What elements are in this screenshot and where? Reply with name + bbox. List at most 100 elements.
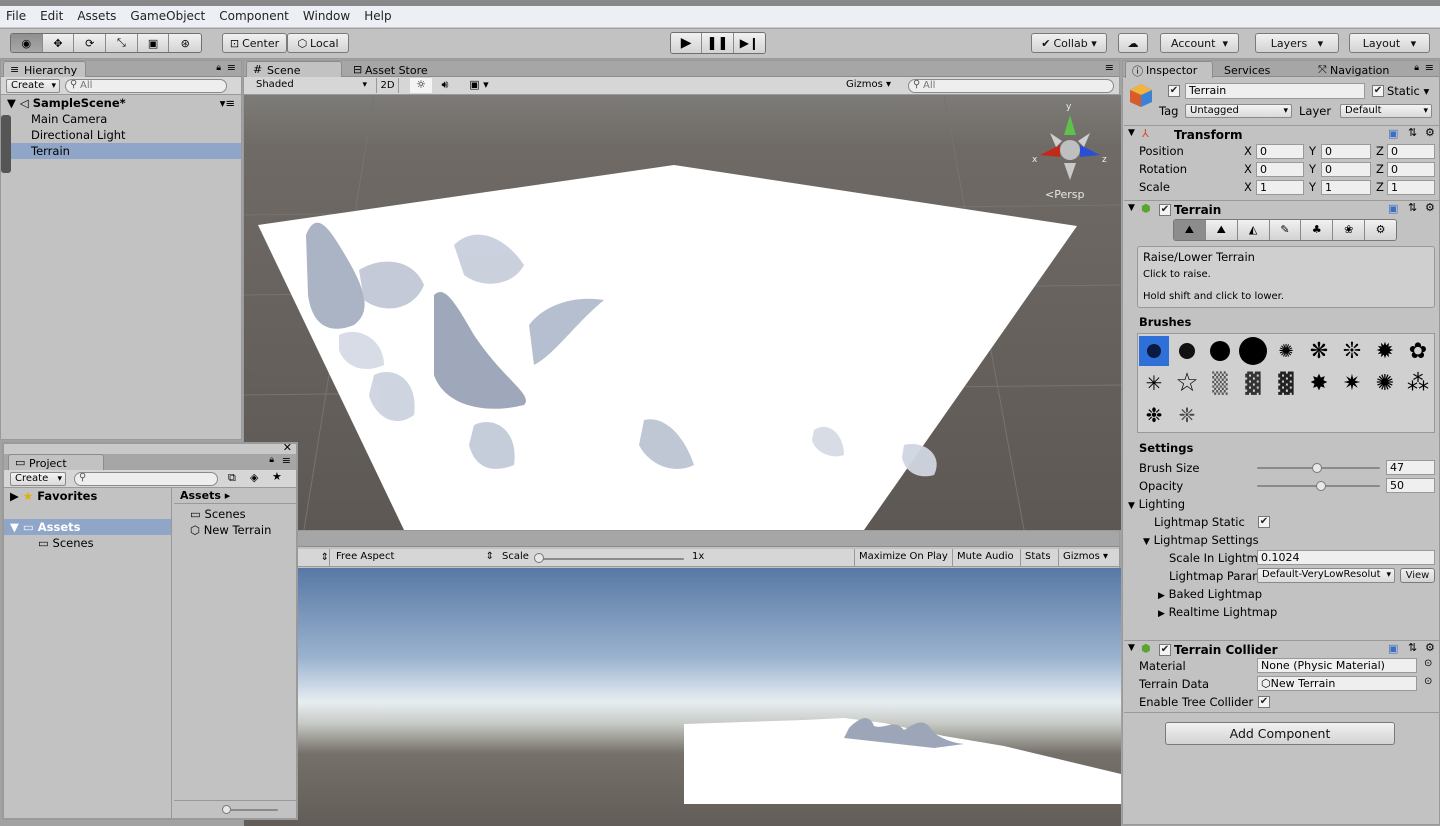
tree-assets[interactable]: ▼ ▭ Assets [4, 519, 171, 535]
terrain-component-header[interactable]: ▼ ⬢ ✔ Terrain ▣ ⇅ ⚙ [1124, 200, 1440, 218]
cloud-button[interactable]: ☁ [1118, 33, 1148, 53]
static-dropdown-arrow-icon[interactable]: ▾ [1424, 84, 1430, 98]
layout-dropdown[interactable]: Layout ▾ [1349, 33, 1430, 53]
maximize-on-play-toggle[interactable]: Maximize On Play [854, 549, 952, 566]
project-search-input[interactable] [74, 472, 218, 486]
tab-asset-store[interactable]: ⊟ Asset Store [344, 61, 437, 78]
hierarchy-search-input[interactable]: All [65, 79, 227, 93]
brush-scatter-1[interactable]: ❉ [1139, 400, 1169, 430]
terrain-enabled-checkbox[interactable]: ✔ [1159, 204, 1171, 216]
brush-splatter-4[interactable]: ✹ [1370, 336, 1400, 366]
panel-menu-icon[interactable]: ≡ [282, 454, 291, 467]
shading-dropdown[interactable]: Shaded [252, 79, 370, 93]
rotation-y-field[interactable]: 0 [1321, 162, 1371, 177]
tab-project[interactable]: ▭ Project [8, 454, 104, 471]
tab-scene[interactable]: # Scene [246, 61, 342, 78]
brush-blob-1[interactable]: ✸ [1304, 368, 1334, 398]
mode-2d-toggle[interactable]: 2D [376, 78, 399, 93]
pause-icon[interactable]: ❚❚ [702, 33, 734, 53]
lightmap-static-checkbox[interactable]: ✔ [1258, 516, 1270, 528]
expand-arrow-icon[interactable]: ▼ [1128, 501, 1135, 511]
panel-menu-icon[interactable]: ≡ [1425, 61, 1434, 74]
view-tool-icon[interactable]: ◉ [11, 34, 43, 52]
game-gizmos-dropdown[interactable]: Gizmos ▾ [1058, 549, 1112, 566]
scale-y-field[interactable]: 1 [1321, 180, 1371, 195]
favorite-star-icon[interactable]: ★ [272, 470, 282, 483]
menu-edit[interactable]: Edit [40, 9, 63, 23]
presets-icon[interactable]: ⇅ [1408, 641, 1417, 654]
lightmap-param-dropdown[interactable]: Default-VeryLowResolut [1257, 568, 1395, 583]
display-dropdown[interactable]: ⇕ [300, 549, 330, 566]
brush-splatter-1[interactable]: ✺ [1271, 336, 1301, 366]
brush-soft-medium[interactable] [1172, 336, 1202, 366]
brush-star[interactable]: ☆ [1172, 368, 1202, 398]
brush-sparkle[interactable]: ✳ [1139, 368, 1169, 398]
place-trees-tool-icon[interactable]: ♣ [1301, 220, 1334, 240]
layer-dropdown[interactable]: Default [1340, 104, 1432, 118]
panel-menu-icon[interactable]: ≡ [227, 61, 236, 74]
collider-enabled-checkbox[interactable]: ✔ [1159, 644, 1171, 656]
view-button[interactable]: View [1400, 568, 1435, 583]
presets-icon[interactable]: ⇅ [1408, 201, 1417, 214]
tab-inspector[interactable]: ⓘ Inspector [1125, 61, 1213, 78]
opacity-field[interactable]: 50 [1386, 478, 1435, 493]
asset-item-new-terrain[interactable]: ⬡ New Terrain [190, 522, 296, 538]
settings-gear-icon[interactable]: ⚙ [1425, 126, 1435, 139]
collapsed-arrow-icon[interactable]: ▶ [1158, 609, 1165, 619]
hierarchy-item-directional-light[interactable]: Directional Light [1, 127, 241, 143]
gizmos-dropdown[interactable]: Gizmos ▾ [846, 79, 891, 90]
brush-size-field[interactable]: 47 [1386, 460, 1435, 475]
realtime-lightmap-foldout[interactable]: ▶ Realtime Lightmap [1158, 605, 1277, 619]
expand-arrow-icon[interactable]: ▼ [7, 96, 16, 110]
audio-icon[interactable]: 🔊︎ [434, 78, 456, 93]
filter-label-icon[interactable]: ◈ [250, 471, 258, 484]
paint-details-tool-icon[interactable]: ❀ [1333, 220, 1366, 240]
scale-slider-track[interactable] [539, 558, 684, 560]
terrain-data-field[interactable]: ⬡New Terrain [1257, 676, 1417, 691]
scene-viewport[interactable]: y x z <Persp [244, 95, 1121, 530]
panel-menu-icon[interactable]: ≡ [1105, 61, 1114, 74]
brush-noise-2[interactable]: ▓ [1238, 368, 1268, 398]
position-x-field[interactable]: 0 [1256, 144, 1304, 159]
help-book-icon[interactable]: ▣ [1388, 127, 1398, 140]
position-z-field[interactable]: 0 [1387, 144, 1435, 159]
help-book-icon[interactable]: ▣ [1388, 642, 1398, 655]
play-icon[interactable]: ▶ [671, 33, 703, 53]
brush-blob-2[interactable]: ✷ [1337, 368, 1367, 398]
baked-lightmap-foldout[interactable]: ▶ Baked Lightmap [1158, 587, 1262, 601]
menu-file[interactable]: File [6, 9, 26, 23]
tab-services[interactable]: Services [1213, 61, 1279, 78]
tab-navigation[interactable]: ⤧ Navigation [1309, 61, 1398, 78]
brush-noise-1[interactable]: ▒ [1205, 368, 1235, 398]
opacity-knob[interactable] [1316, 481, 1326, 491]
scale-slider-knob[interactable] [534, 553, 544, 563]
scale-in-lightmap-field[interactable]: 0.1024 [1257, 550, 1435, 565]
position-y-field[interactable]: 0 [1321, 144, 1371, 159]
scene-menu-icon[interactable]: ▾≡ [220, 95, 235, 111]
hierarchy-item-main-camera[interactable]: Main Camera [1, 111, 241, 127]
tree-scenes[interactable]: ▭ Scenes [4, 535, 171, 551]
brush-hard-large[interactable] [1238, 336, 1268, 366]
settings-gear-icon[interactable]: ⚙ [1425, 641, 1435, 654]
rect-tool-icon[interactable]: ▣ [137, 34, 170, 52]
move-tool-icon[interactable]: ✥ [42, 34, 75, 52]
add-component-button[interactable]: Add Component [1165, 722, 1395, 745]
static-checkbox[interactable]: ✔ [1372, 85, 1384, 97]
paint-height-tool-icon[interactable]: ⛰ [1205, 220, 1238, 240]
tab-hierarchy[interactable]: ≡ Hierarchy [3, 61, 87, 78]
lock-icon[interactable]: 🔒︎ [216, 63, 221, 73]
menu-component[interactable]: Component [219, 9, 289, 23]
brush-splatter-2[interactable]: ❋ [1304, 336, 1334, 366]
terrain-collider-header[interactable]: ▼ ⬢ ✔ Terrain Collider ▣ ⇅ ⚙ [1124, 640, 1440, 658]
menu-gameobject[interactable]: GameObject [130, 9, 205, 23]
object-picker-icon[interactable]: ⊙ [1424, 676, 1432, 687]
lightmap-settings-foldout[interactable]: ▼ Lightmap Settings [1143, 533, 1259, 547]
persp-label[interactable]: <Persp [1045, 188, 1084, 201]
menu-assets[interactable]: Assets [77, 9, 116, 23]
transform-header[interactable]: ▼ ⅄ Transform ▣ ⇅ ⚙ [1124, 125, 1440, 143]
sun-icon[interactable]: ☼ [410, 78, 432, 93]
project-create-dropdown[interactable]: Create [10, 472, 66, 486]
project-breadcrumb[interactable]: Assets ▸ [174, 488, 296, 504]
account-dropdown[interactable]: Account ▾ [1160, 33, 1239, 53]
expand-arrow-icon[interactable]: ▼ [1128, 643, 1135, 653]
